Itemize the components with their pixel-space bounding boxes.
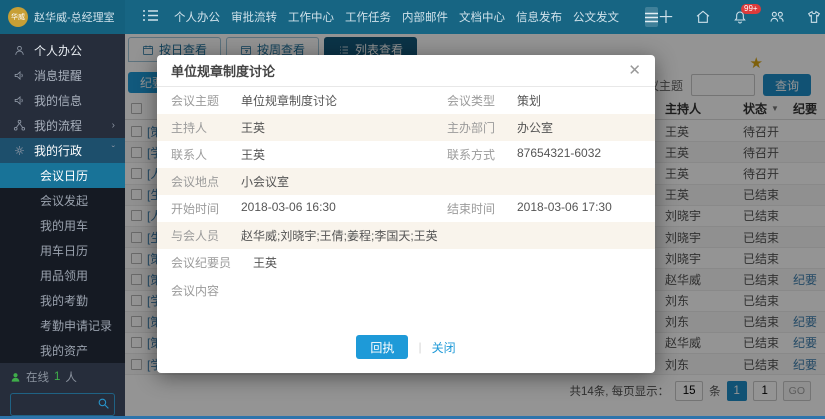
sidebar: 个人办公 消息提醒 我的信息 我的流程 › 我的行政 ˇ	[0, 34, 125, 416]
contacts-icon[interactable]	[769, 9, 785, 25]
online-label: 在线	[26, 369, 49, 385]
field-value: 赵华威;刘晓宇;王倩;姜程;李国天;王英	[241, 227, 438, 244]
field-value: 单位规章制度讨论	[241, 92, 337, 109]
field-value: 2018-03-06 17:30	[517, 200, 612, 217]
field-label: 联系方式	[447, 146, 517, 163]
footer-divider: |	[418, 340, 421, 354]
field-value: 王英	[253, 254, 277, 271]
speaker-icon	[13, 69, 26, 82]
field-label: 会议地点	[157, 173, 241, 190]
meeting-detail-modal: 单位规章制度讨论 ✕ 会议主题单位规章制度讨论 会议类型策划 主持人王英 主办部…	[157, 55, 655, 373]
modal-title: 单位规章制度讨论	[171, 61, 275, 80]
sidebar-subitem-attendance-records[interactable]: 考勤申请记录	[0, 313, 125, 338]
field-label: 会议类型	[447, 92, 517, 109]
field-value: 王英	[241, 146, 265, 163]
search-icon[interactable]	[97, 397, 110, 413]
sidebar-item-my-info[interactable]: 我的信息	[0, 88, 125, 113]
field-label: 主持人	[157, 119, 241, 136]
online-status: 在线 1 人	[10, 369, 115, 385]
sidebar-subitem-my-attendance[interactable]: 我的考勤	[0, 288, 125, 313]
online-person-icon	[10, 372, 21, 383]
nav-item-info-publish[interactable]: 信息发布	[516, 9, 562, 25]
sidebar-subitem-my-assets[interactable]: 我的资产	[0, 338, 125, 363]
field-label: 会议纪要员	[157, 254, 253, 271]
sidebar-item-label: 我的信息	[34, 92, 82, 109]
field-label: 会议内容	[157, 282, 241, 299]
field-value: 王英	[241, 119, 265, 136]
nav-item-work-center[interactable]: 工作中心	[288, 9, 334, 25]
user-name: 赵华威-总经理室	[34, 9, 115, 25]
sidebar-subitem-vehicle-calendar[interactable]: 用车日历	[0, 238, 125, 263]
nav-item-work-tasks[interactable]: 工作任务	[345, 9, 391, 25]
close-icon[interactable]: ✕	[628, 63, 641, 78]
nav-list-icon[interactable]	[143, 9, 158, 25]
field-value: 办公室	[517, 119, 553, 136]
sidebar-subitem-meeting-initiate[interactable]: 会议发起	[0, 188, 125, 213]
nav-item-internal-mail[interactable]: 内部邮件	[402, 9, 448, 25]
field-label: 开始时间	[157, 200, 241, 217]
field-label: 主办部门	[447, 119, 517, 136]
close-link[interactable]: 关闭	[432, 339, 456, 356]
nav-item-personal-office[interactable]: 个人办公	[174, 9, 220, 25]
field-value: 87654321-6032	[517, 146, 601, 163]
online-unit: 人	[65, 369, 77, 385]
modal-row-location: 会议地点小会议室	[157, 168, 655, 195]
receipt-button[interactable]: 回执	[356, 335, 408, 359]
sidebar-item-label: 我的行政	[34, 142, 82, 159]
nav-item-document-center[interactable]: 文档中心	[459, 9, 505, 25]
speaker-icon	[13, 94, 26, 107]
modal-row-time: 开始时间2018-03-06 16:30 结束时间2018-03-06 17:3…	[157, 195, 655, 222]
sidebar-item-my-admin[interactable]: 我的行政 ˇ	[0, 138, 125, 163]
chevron-right-icon: ›	[112, 120, 115, 131]
topbar: 华威 赵华威-总经理室 个人办公 审批流转 工作中心 工作任务 内部邮件 文档中…	[0, 0, 825, 34]
sidebar-item-label: 消息提醒	[34, 67, 82, 84]
chevron-down-icon: ˇ	[112, 145, 115, 156]
modal-row-minutes-taker: 会议纪要员王英	[157, 249, 655, 276]
modal-row-contact: 联系人王英 联系方式87654321-6032	[157, 141, 655, 168]
sidebar-search	[10, 393, 115, 416]
avatar[interactable]: 华威	[8, 7, 28, 27]
menu-expand-icon[interactable]	[645, 7, 658, 27]
modal-header: 单位规章制度讨论 ✕	[157, 55, 655, 87]
field-label: 结束时间	[447, 200, 517, 217]
theme-shirt-icon[interactable]	[806, 9, 822, 25]
sidebar-subitem-supplies[interactable]: 用品领用	[0, 263, 125, 288]
topbar-icon-group: ＋ 99+	[658, 9, 825, 25]
modal-footer: 回执 | 关闭	[157, 335, 655, 359]
add-icon[interactable]: ＋	[658, 9, 674, 25]
notification-badge: 99+	[741, 4, 761, 14]
field-value: 小会议室	[241, 173, 289, 190]
field-label: 与会人员	[157, 227, 241, 244]
sidebar-subitem-my-vehicle[interactable]: 我的用车	[0, 213, 125, 238]
notification-bell-icon[interactable]: 99+	[732, 9, 748, 25]
user-profile[interactable]: 华威 赵华威-总经理室	[0, 0, 125, 34]
top-nav: 个人办公 审批流转 工作中心 工作任务 内部邮件 文档中心 信息发布 公文发文	[174, 9, 619, 25]
nav-item-official-dispatch[interactable]: 公文发文	[573, 9, 619, 25]
modal-row-subject-type: 会议主题单位规章制度讨论 会议类型策划	[157, 87, 655, 114]
modal-row-host-dept: 主持人王英 主办部门办公室	[157, 114, 655, 141]
field-label: 联系人	[157, 146, 241, 163]
sidebar-item-label: 个人办公	[34, 42, 82, 59]
nav-item-approval-flow[interactable]: 审批流转	[231, 9, 277, 25]
sidebar-bottom: 在线 1 人	[0, 363, 125, 419]
sidebar-item-label: 我的流程	[34, 117, 82, 134]
sidebar-subitem-meeting-calendar[interactable]: 会议日历	[0, 163, 125, 188]
field-label: 会议主题	[157, 92, 241, 109]
gear-icon	[13, 144, 26, 157]
home-icon[interactable]	[695, 9, 711, 25]
field-value: 2018-03-06 16:30	[241, 200, 336, 217]
app-window: 华威 赵华威-总经理室 个人办公 审批流转 工作中心 工作任务 内部邮件 文档中…	[0, 0, 825, 419]
online-count: 1	[54, 371, 60, 383]
field-value: 策划	[517, 92, 541, 109]
person-icon	[13, 44, 26, 57]
modal-row-attendees: 与会人员赵华威;刘晓宇;王倩;姜程;李国天;王英	[157, 222, 655, 249]
admin-submenu: 会议日历 会议发起 我的用车 用车日历 用品领用 我的考勤 考勤申请记录 我的资…	[0, 163, 125, 363]
modal-row-content: 会议内容	[157, 276, 655, 320]
sidebar-item-message-alerts[interactable]: 消息提醒	[0, 63, 125, 88]
sidebar-item-my-flows[interactable]: 我的流程 ›	[0, 113, 125, 138]
flow-icon	[13, 119, 26, 132]
sidebar-item-personal-office[interactable]: 个人办公	[0, 38, 125, 63]
